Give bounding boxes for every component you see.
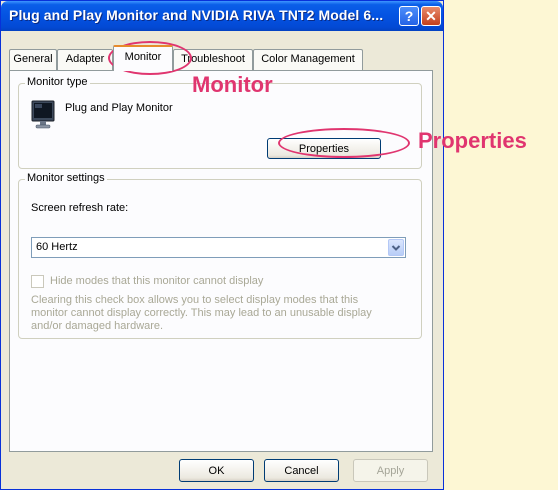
window-title: Plug and Play Monitor and NVIDIA RIVA TN… <box>9 7 384 23</box>
ok-button-label: OK <box>208 464 225 477</box>
title-bar[interactable]: Plug and Play Monitor and NVIDIA RIVA TN… <box>1 1 443 31</box>
close-icon: ✕ <box>425 8 437 24</box>
monitor-settings-group: Monitor settings Screen refresh rate: 60… <box>18 172 422 339</box>
cancel-button-label: Cancel <box>284 464 319 477</box>
help-icon: ? <box>404 8 414 24</box>
tab-monitor[interactable]: Monitor <box>113 45 173 71</box>
properties-button-highlight <box>278 128 410 158</box>
refresh-rate-select[interactable]: 60 Hertz <box>31 237 406 258</box>
help-button[interactable]: ? <box>399 6 419 26</box>
hide-modes-description: Clearing this check box allows you to se… <box>31 294 372 332</box>
monitor-name: Plug and Play Monitor <box>65 102 173 114</box>
monitor-tab-panel: Monitor type Plug and Play Monitor Prope… <box>9 70 433 452</box>
hide-modes-checkbox[interactable] <box>31 275 44 288</box>
monitor-settings-label: Monitor settings <box>25 172 107 184</box>
dropdown-arrow[interactable] <box>388 239 404 256</box>
tab-adapter[interactable]: Adapter <box>57 49 113 70</box>
ok-button[interactable]: OK <box>179 459 254 482</box>
refresh-rate-label: Screen refresh rate: <box>31 202 129 214</box>
monitor-icon <box>31 100 55 129</box>
chevron-down-icon <box>391 245 401 251</box>
tab-color-management[interactable]: Color Management <box>253 49 363 70</box>
apply-button-label: Apply <box>376 464 405 477</box>
properties-annotation-label: Properties <box>418 128 527 153</box>
monitor-type-label: Monitor type <box>25 76 90 88</box>
tab-general[interactable]: General <box>9 49 57 70</box>
monitor-annotation-label: Monitor <box>192 72 273 97</box>
apply-button: Apply <box>353 459 428 482</box>
refresh-rate-value: 60 Hertz <box>36 241 78 253</box>
hide-modes-label: Hide modes that this monitor cannot disp… <box>50 275 264 287</box>
close-button[interactable]: ✕ <box>421 6 441 26</box>
cancel-button[interactable]: Cancel <box>264 459 339 482</box>
